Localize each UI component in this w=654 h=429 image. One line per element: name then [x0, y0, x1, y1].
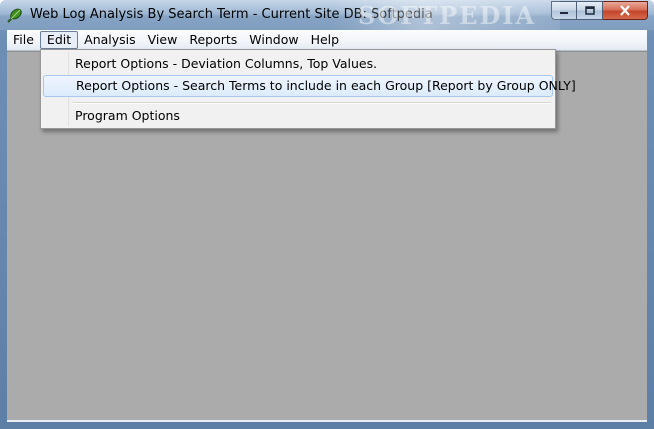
menu-bar: File Edit Analysis View Reports Window H…	[7, 30, 647, 51]
minimize-button[interactable]	[551, 1, 577, 20]
menu-analysis[interactable]: Analysis	[78, 31, 142, 49]
menu-separator	[73, 102, 551, 104]
watermark-text: SOFTPEDIA	[358, 1, 537, 30]
window-title: Web Log Analysis By Search Term - Curren…	[30, 7, 433, 22]
minimize-icon	[560, 11, 568, 14]
menu-reports[interactable]: Reports	[183, 31, 243, 49]
menu-help[interactable]: Help	[305, 31, 346, 49]
maximize-button[interactable]	[577, 1, 603, 20]
app-leaf-icon	[7, 8, 22, 23]
menu-file[interactable]: File	[7, 31, 40, 49]
menu-edit[interactable]: Edit	[39, 31, 79, 49]
caption-buttons	[551, 1, 648, 21]
close-icon	[620, 5, 630, 16]
maximize-icon	[584, 5, 595, 15]
app-window: Web Log Analysis By Search Term - Curren…	[0, 0, 654, 429]
menu-view[interactable]: View	[142, 31, 184, 49]
menu-item-report-options-deviation[interactable]: Report Options - Deviation Columns, Top …	[43, 53, 553, 75]
close-button[interactable]	[603, 1, 648, 20]
menu-window[interactable]: Window	[243, 31, 304, 49]
edit-menu-dropdown: Report Options - Deviation Columns, Top …	[40, 49, 576, 129]
title-bar[interactable]: Web Log Analysis By Search Term - Curren…	[0, 0, 654, 30]
menu-item-program-options[interactable]: Program Options	[43, 105, 553, 127]
window-bottom-border	[7, 420, 647, 422]
menu-item-report-options-search-terms[interactable]: Report Options - Search Terms to include…	[43, 75, 576, 97]
